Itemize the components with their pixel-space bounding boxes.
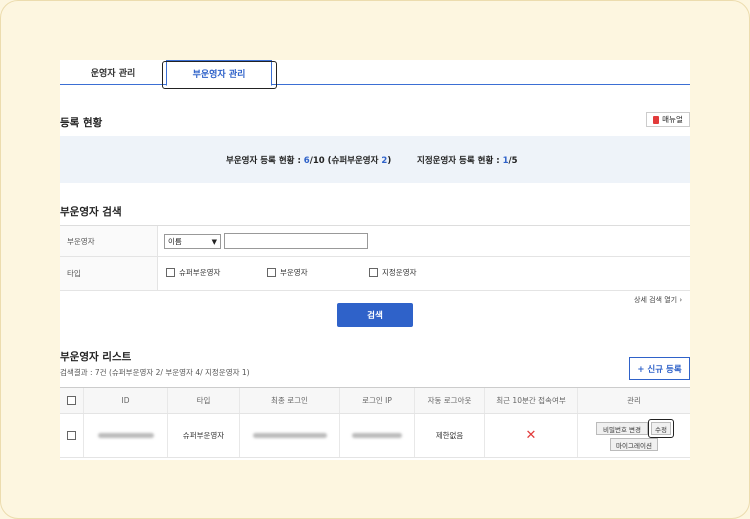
row-checkbox[interactable] xyxy=(60,414,84,457)
list-title: 부운영자 리스트 xyxy=(60,351,132,363)
migration-button[interactable]: 마이그레이션 xyxy=(610,438,658,451)
row-auto-logout: 제한없음 xyxy=(415,414,485,457)
search-row-type: 타입 슈퍼부운영자 부운영자 지정운영자 xyxy=(60,257,690,291)
detail-search-link[interactable]: 상세 검색 열기 › xyxy=(634,295,682,305)
col-login-ip: 로그인 IP xyxy=(340,388,415,413)
chevron-down-icon: ▼ xyxy=(211,237,217,246)
sub-operator-table: ID 타입 최종 로그인 로그인 IP 자동 로그아웃 최근 10분간 접속여부… xyxy=(60,387,690,458)
sub-operator-status: 부운영자 등록 현황 : 6/10 (슈퍼부운영자 2) xyxy=(226,156,392,166)
col-last-login: 최종 로그인 xyxy=(240,388,340,413)
pdf-icon xyxy=(653,115,660,124)
row-management: 비밀번호 변경 수정 마이그레이션 xyxy=(578,414,690,457)
row-type: 슈퍼부운영자 xyxy=(168,414,240,457)
table-header: ID 타입 최종 로그인 로그인 IP 자동 로그아웃 최근 10분간 접속여부… xyxy=(60,388,690,414)
col-recent-access: 최근 10분간 접속여부 xyxy=(485,388,578,413)
search-label-sub-operator: 부운영자 xyxy=(60,226,158,256)
manual-button[interactable]: 매뉴얼 xyxy=(646,112,690,127)
search-label-type: 타입 xyxy=(60,257,158,290)
change-password-button[interactable]: 비밀번호 변경 xyxy=(596,422,648,435)
row-ip-blurred xyxy=(340,414,415,457)
tab-bar: 운영자 관리 부운영자 관리 xyxy=(60,60,690,89)
search-form: 부운영자 이름 ▼ 타입 슈퍼부운영자 부운영자 지정운영자 xyxy=(60,225,690,291)
edit-highlight-box xyxy=(648,419,674,438)
new-registration-button[interactable]: + 신규 등록 xyxy=(629,357,690,380)
col-id: ID xyxy=(84,388,168,413)
registration-status-box: 부운영자 등록 현황 : 6/10 (슈퍼부운영자 2) 지정운영자 등록 현황… xyxy=(60,136,690,183)
registration-title: 등록 현황 xyxy=(60,117,103,129)
manual-label: 매뉴얼 xyxy=(662,115,683,124)
checkbox-sub-operator[interactable]: 부운영자 xyxy=(267,267,308,278)
search-input[interactable] xyxy=(224,233,368,249)
col-management: 관리 xyxy=(578,388,690,413)
close-icon: ✕ xyxy=(525,428,537,443)
table-row: 슈퍼부운영자 제한없음 ✕ 비밀번호 변경 수정 마이그레이션 xyxy=(60,414,690,458)
search-button[interactable]: 검색 xyxy=(337,303,413,327)
row-recent-access: ✕ xyxy=(485,414,578,457)
col-auto-logout: 자동 로그아웃 xyxy=(415,388,485,413)
checkbox-designated-operator[interactable]: 지정운영자 xyxy=(369,267,417,278)
designated-operator-status: 지정운영자 등록 현황 : 1/5 xyxy=(417,156,518,166)
search-field-select[interactable]: 이름 ▼ xyxy=(164,234,221,249)
tab-highlight-box xyxy=(162,61,277,89)
result-summary: 검색결과 : 7건 (슈퍼부운영자 2/ 부운영자 4/ 지정운영자 1) xyxy=(60,368,250,377)
select-all-checkbox[interactable] xyxy=(60,388,84,413)
col-type: 타입 xyxy=(168,388,240,413)
chevron-right-icon: › xyxy=(679,296,683,304)
search-title: 부운영자 검색 xyxy=(60,206,122,218)
row-last-login-blurred xyxy=(240,414,340,457)
search-row-name: 부운영자 이름 ▼ xyxy=(60,226,690,257)
checkbox-super-sub-operator[interactable]: 슈퍼부운영자 xyxy=(166,267,220,278)
tab-operator-management[interactable]: 운영자 관리 xyxy=(60,60,166,85)
row-id-blurred xyxy=(84,414,168,457)
admin-panel: 운영자 관리 부운영자 관리 등록 현황 매뉴얼 부운영자 등록 현황 : 6/… xyxy=(60,60,690,460)
